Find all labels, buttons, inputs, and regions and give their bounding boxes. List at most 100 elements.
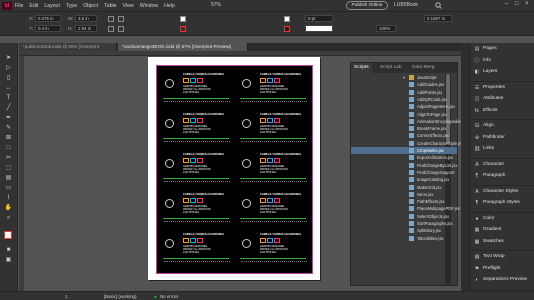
- tab-data-merge[interactable]: Data Merg: [409, 63, 437, 73]
- menu-layout[interactable]: Layout: [44, 3, 60, 9]
- hand-tool-icon[interactable]: ✋: [4, 205, 13, 212]
- pencil-tool-icon[interactable]: ✎: [4, 125, 13, 132]
- type-tool-icon[interactable]: T: [4, 95, 13, 102]
- script-item[interactable]: FindChangeSupport: [351, 169, 457, 176]
- tab-script-lab[interactable]: Script Lab: [377, 63, 405, 73]
- y-field[interactable]: 0.4 in: [35, 25, 61, 32]
- panel-links[interactable]: ⛓ Links: [470, 145, 534, 153]
- reference-field[interactable]: 0.1667 in: [424, 15, 452, 22]
- fill-stroke-icon[interactable]: [4, 231, 13, 239]
- menu-object[interactable]: Object: [83, 3, 98, 9]
- panel-paragraph-styles[interactable]: ¶ Paragraph Styles: [470, 199, 534, 207]
- card-sheet[interactable]: CAMILLE THOMAS-CHARROWAL GRAPHIC DESIGNER…: [156, 65, 313, 274]
- script-item[interactable]: ImageCatalog.jsx: [351, 176, 457, 183]
- script-item[interactable]: Neon.jsx: [351, 191, 457, 198]
- stroke-swatch-icon[interactable]: [180, 26, 186, 32]
- panel-properties[interactable]: ☰ Properties: [470, 84, 534, 92]
- panel-pages[interactable]: ▤ Pages: [470, 45, 534, 53]
- script-item[interactable]: SortParagraphs.jsx: [351, 220, 457, 227]
- publish-online-button[interactable]: Publish Online: [346, 1, 388, 10]
- panel-attributes[interactable]: ◫ Attributes: [470, 95, 534, 103]
- fill-swatch-icon[interactable]: [180, 16, 186, 22]
- x-field[interactable]: 0.375 in: [35, 15, 61, 22]
- panel-align[interactable]: ⊟ Align: [470, 122, 534, 130]
- panel-info[interactable]: ⓘ Info: [470, 57, 534, 65]
- menu-view[interactable]: View: [123, 3, 134, 9]
- script-item[interactable]: CreateCharacterStyle.jsx: [351, 140, 464, 147]
- script-item[interactable]: AddQRCode.jsx: [351, 96, 457, 103]
- business-card[interactable]: CAMILLE THOMAS-CHARROWAL GRAPHIC DESIGNER…: [161, 70, 233, 106]
- business-card[interactable]: CAMILLE THOMAS-CHARROWAL GRAPHIC DESIGNER…: [238, 110, 310, 146]
- scissors-icon[interactable]: ✂: [4, 155, 13, 162]
- h-field[interactable]: 2.04 in: [75, 25, 97, 32]
- maximize-icon[interactable]: □: [515, 1, 519, 7]
- script-item[interactable]: AnimationEncyclopedia...: [351, 118, 464, 125]
- stroke-weight-field[interactable]: 0 pt: [305, 15, 333, 22]
- script-item[interactable]: CropMarks.jsx: [351, 147, 457, 155]
- script-item[interactable]: BreakFrame.jsx: [351, 125, 457, 132]
- panel-paragraph[interactable]: ¶ Paragraph: [470, 172, 534, 180]
- panel-layers[interactable]: ◧ Layers: [470, 68, 534, 76]
- menu-file[interactable]: File: [15, 3, 23, 9]
- tab-scripts[interactable]: Scripts: [351, 63, 372, 73]
- business-card[interactable]: CAMILLE THOMAS-CHARROWAL GRAPHIC DESIGNER…: [161, 230, 233, 266]
- panel-character[interactable]: A Character: [470, 161, 534, 169]
- stroke-type-field[interactable]: [305, 25, 333, 32]
- menu-edit[interactable]: Edit: [29, 3, 38, 9]
- panel-gradient[interactable]: ▦ Gradient: [470, 226, 534, 234]
- view-mode-icon[interactable]: ▣: [4, 257, 13, 264]
- opacity-field[interactable]: 100%: [376, 25, 396, 32]
- script-item[interactable]: MakeGrid.jsx: [351, 184, 457, 191]
- zoom-tool-icon[interactable]: ⌕: [4, 215, 13, 222]
- panel-dock-strip[interactable]: [461, 43, 469, 291]
- script-item[interactable]: PathEffects.jsx: [351, 198, 457, 205]
- script-item[interactable]: SelectObjects.jsx: [351, 213, 457, 220]
- script-item[interactable]: ExportAllStories.jsx: [351, 154, 457, 161]
- business-card[interactable]: CAMILLE THOMAS-CHARROWAL GRAPHIC DESIGNER…: [238, 150, 310, 186]
- panel-swatches[interactable]: ▦ Swatches: [470, 238, 534, 246]
- flip-vertical-icon[interactable]: [118, 26, 124, 32]
- workspace-switcher[interactable]: LUB5Book: [394, 2, 418, 8]
- note-tool-icon[interactable]: ▭: [4, 185, 13, 192]
- script-item[interactable]: SplitStory.jsx: [351, 227, 457, 234]
- panel-effects[interactable]: fx Effects: [470, 107, 534, 115]
- script-item[interactable]: AlignToPage.jsx: [351, 111, 457, 118]
- business-card[interactable]: CAMILLE THOMAS-CHARROWAL GRAPHIC DESIGNER…: [238, 190, 310, 226]
- script-item[interactable]: AddGuides.jsx: [351, 81, 457, 88]
- menu-type[interactable]: Type: [66, 3, 77, 9]
- panel-pathfinder[interactable]: ⊕ Pathfinder: [470, 134, 534, 142]
- line-tool-icon[interactable]: ╱: [4, 105, 13, 112]
- menu-window[interactable]: Window: [140, 3, 158, 9]
- script-item[interactable]: CornerEffects.jsx: [351, 132, 457, 139]
- business-card[interactable]: CAMILLE THOMAS-CHARROWAL GRAPHIC DESIGNER…: [238, 70, 310, 106]
- tab-public10stok[interactable]: *public10Stok.indd @ 50% [Overprint Prev…: [19, 43, 117, 57]
- business-card[interactable]: CAMILLE THOMAS-CHARROWAL GRAPHIC DESIGNER…: [161, 110, 233, 146]
- folder-javascript[interactable]: ▾ JavaScript: [351, 74, 457, 81]
- business-card[interactable]: CAMILLE THOMAS-CHARROWAL GRAPHIC DESIGNER…: [161, 150, 233, 186]
- preflight-status[interactable]: No errors: [160, 294, 178, 299]
- selection-tool-icon[interactable]: ➤: [4, 55, 13, 62]
- eyedropper-icon[interactable]: ⌇: [4, 195, 13, 202]
- panel-character-styles[interactable]: A Character Styles: [470, 188, 534, 196]
- menu-help[interactable]: Help: [164, 3, 175, 9]
- script-item[interactable]: PlaceMultipagePDF.jsx: [351, 205, 460, 212]
- script-item[interactable]: FindChangeByList.jsx: [351, 162, 458, 169]
- shear-icon[interactable]: [118, 16, 124, 22]
- direct-selection-icon[interactable]: ▷: [4, 65, 13, 72]
- panel-preflight[interactable]: ⚑ Preflight: [470, 265, 534, 273]
- menu-table[interactable]: Table: [104, 3, 116, 9]
- pen-tool-icon[interactable]: ✒: [4, 115, 13, 122]
- gap-tool-icon[interactable]: ↔: [4, 85, 13, 92]
- w-field[interactable]: 3.5 in: [75, 15, 97, 22]
- rectangle-frame-icon[interactable]: ⊠: [4, 135, 13, 142]
- tab-cardnamange3eng[interactable]: *cardnamange3ENG.indd @ 57% [Overprint P…: [118, 43, 248, 51]
- fill-color-icon[interactable]: [284, 16, 290, 22]
- script-item[interactable]: TabUtilities.jsx: [351, 235, 457, 242]
- script-item[interactable]: AdjustPageItems.jsx: [351, 103, 457, 110]
- apply-color-icon[interactable]: ■: [4, 247, 13, 254]
- page-number[interactable]: 1: [65, 294, 67, 299]
- panel-color[interactable]: ● Color: [470, 215, 534, 223]
- business-card[interactable]: CAMILLE THOMAS-CHARROWAL GRAPHIC DESIGNER…: [238, 230, 310, 266]
- script-item[interactable]: AddPoints.jsx: [351, 89, 457, 96]
- rectangle-tool-icon[interactable]: □: [4, 145, 13, 152]
